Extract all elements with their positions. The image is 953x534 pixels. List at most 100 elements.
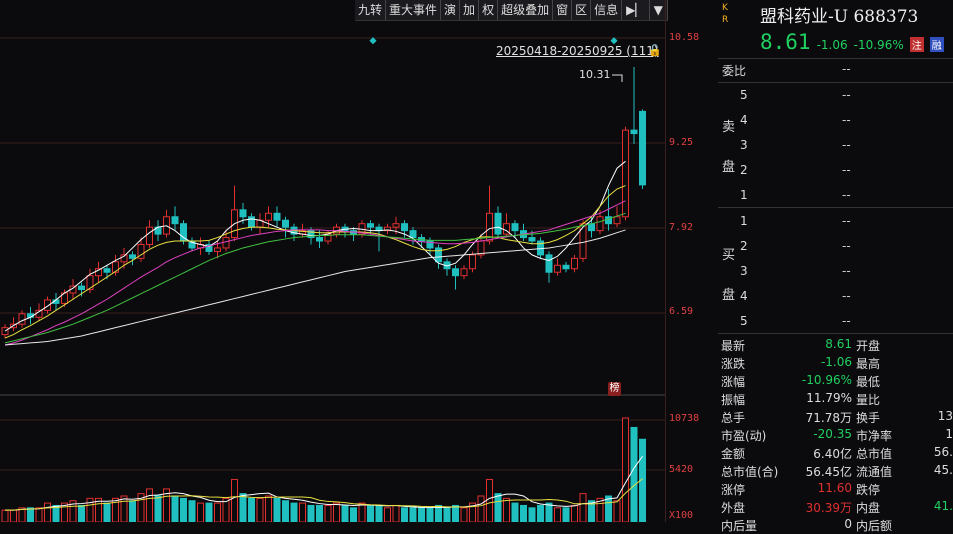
- toolbar-major-events[interactable]: 重大事件: [386, 0, 442, 20]
- panel-toggle-icon[interactable]: ▶▏: [622, 0, 650, 20]
- toolbar-rights[interactable]: 权: [479, 0, 499, 20]
- up-candle: [460, 268, 468, 277]
- lock-icon[interactable]: 🔓: [648, 44, 662, 57]
- up-candle: [571, 257, 578, 270]
- sell-level-row[interactable]: 5 --: [718, 88, 953, 112]
- up-candle: [265, 212, 272, 221]
- level-price: --: [842, 138, 851, 152]
- volume-bar: [324, 504, 332, 522]
- volume-bar: [528, 507, 536, 522]
- stat-value: -1.06: [820, 355, 852, 369]
- up-candle: [596, 216, 604, 232]
- kr-marker: K R: [722, 2, 728, 26]
- down-candle: [409, 230, 417, 239]
- volume-bar: [290, 502, 298, 522]
- down-candle: [171, 216, 179, 225]
- down-candle: [511, 223, 519, 232]
- stat-label: 最新: [721, 339, 746, 353]
- down-candle: [78, 285, 85, 291]
- volume-bar: [367, 504, 374, 522]
- price-change: -1.06: [816, 38, 848, 52]
- stat-label: 振幅: [721, 393, 746, 407]
- high-price-annotation: 10.31: [579, 68, 611, 81]
- toolbar-demo[interactable]: 演: [441, 0, 461, 20]
- volume-bar: [214, 502, 221, 522]
- volume-bar: [554, 507, 561, 522]
- sell-level-row[interactable]: 4 --: [718, 113, 953, 137]
- toolbar-info[interactable]: 信息: [591, 0, 623, 20]
- volume-bar: [562, 507, 570, 522]
- level-number: 4: [740, 289, 748, 303]
- stock-title: 盟科药业-U 688373: [760, 7, 919, 27]
- stat-label: 量比: [856, 393, 881, 407]
- sell-level-row[interactable]: 1 --: [718, 188, 953, 212]
- stat-value: 6.40亿: [813, 447, 852, 461]
- volume-bar: [358, 502, 366, 522]
- toolbar-super-overlay[interactable]: 超级叠加: [498, 0, 554, 20]
- level-price: --: [842, 314, 851, 328]
- buy-level-row[interactable]: 5 --: [718, 314, 953, 338]
- kline-chart[interactable]: [0, 0, 665, 522]
- price-tick: 10.58: [669, 32, 700, 43]
- volume-bar: [180, 497, 187, 522]
- ranking-badge[interactable]: 榜: [608, 382, 621, 396]
- down-candle: [282, 219, 289, 228]
- stat-value: 56.: [933, 445, 953, 459]
- volume-bar: [273, 497, 281, 522]
- volume-bar: [435, 504, 442, 522]
- up-candle: [214, 247, 221, 252]
- volume-bar: [265, 495, 272, 522]
- volume-bar: [443, 507, 451, 522]
- sell-level-row[interactable]: 2 --: [718, 163, 953, 187]
- stat-value: 0: [844, 517, 852, 531]
- ma60-line: [4, 229, 626, 346]
- kr-letter: R: [722, 15, 729, 25]
- toolbar-range[interactable]: 区: [572, 0, 592, 20]
- up-candle: [477, 240, 485, 256]
- down-candle: [562, 264, 570, 270]
- volume-bar: [384, 507, 391, 522]
- volume-tick: 5420: [669, 464, 694, 475]
- stat-value: 56.45亿: [805, 465, 852, 479]
- volume-bar: [154, 495, 162, 522]
- down-candle: [273, 212, 281, 221]
- buy-level-row[interactable]: 2 --: [718, 239, 953, 263]
- stat-label: 跌停: [856, 483, 881, 497]
- toolbar-add[interactable]: 加: [460, 0, 480, 20]
- stat-value: 30.39万: [805, 501, 852, 515]
- stat-label: 涨跌: [721, 357, 746, 371]
- volume-bar: [375, 504, 383, 522]
- stat-value: -20.35: [813, 427, 852, 441]
- price-tick: 9.25: [669, 137, 694, 148]
- sell-level-row[interactable]: 3 --: [718, 138, 953, 162]
- volume-bar: [27, 507, 34, 522]
- volume-bar: [239, 493, 247, 522]
- down-candle: [630, 129, 638, 135]
- down-candle: [129, 254, 136, 259]
- stat-value: 71.78万: [805, 411, 852, 425]
- up-candle: [579, 223, 587, 259]
- buy-level-row[interactable]: 4 --: [718, 289, 953, 313]
- stat-label: 流通值: [856, 465, 893, 479]
- stat-label: 涨幅: [721, 375, 746, 389]
- volume-bar: [545, 502, 553, 522]
- toolbar-jiuzhuan[interactable]: 九转: [355, 0, 387, 20]
- stat-label: 金额: [721, 447, 746, 461]
- volume-bar: [520, 504, 527, 522]
- volume-bar: [282, 500, 289, 522]
- volume-bar: [401, 507, 408, 522]
- up-candle: [222, 237, 230, 249]
- down-candle: [528, 237, 536, 242]
- volume-bar: [477, 495, 485, 522]
- toolbar-window[interactable]: 窗: [553, 0, 573, 20]
- buy-level-row[interactable]: 3 --: [718, 264, 953, 288]
- down-candle: [316, 237, 323, 242]
- volume-bar: [613, 500, 621, 522]
- down-candle: [452, 268, 459, 277]
- volume-bar: [248, 497, 255, 522]
- price-tick: 6.59: [669, 306, 694, 317]
- date-range-label[interactable]: 20250418-20250925 (111): [496, 44, 659, 58]
- registration-badge: 注: [909, 37, 924, 52]
- stat-label: 内后量: [721, 519, 758, 533]
- buy-level-row[interactable]: 1 --: [718, 214, 953, 238]
